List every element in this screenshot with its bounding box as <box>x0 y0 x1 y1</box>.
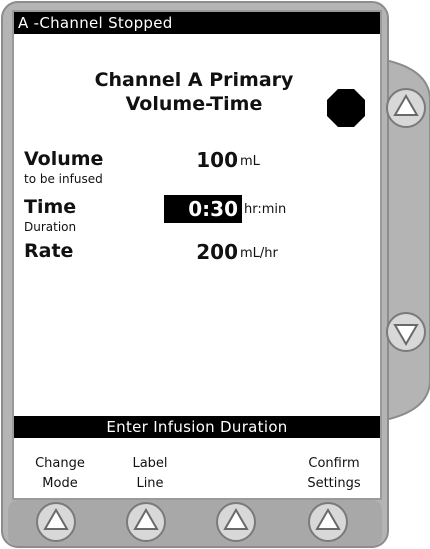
softkey-label-confirm-settings: Confirm Settings <box>294 454 374 494</box>
scroll-up-button[interactable] <box>384 86 428 130</box>
softkey-2-line-1: Label <box>132 456 168 471</box>
volume-label: Volume <box>24 148 104 170</box>
softkey-button-confirm-settings[interactable] <box>306 500 350 544</box>
time-unit: hr:min <box>244 202 287 217</box>
title-line-2: Volume-Time <box>125 93 263 115</box>
time-value-field[interactable]: 0:30 <box>164 195 242 223</box>
softkey-label-label-line: Label Line <box>110 454 190 494</box>
softkey-4-line-2: Settings <box>307 476 361 491</box>
softkey-1-line-1: Change <box>35 456 85 471</box>
stop-octagon-icon <box>327 89 365 127</box>
time-sublabel: Duration <box>24 220 77 234</box>
display-screen: A -Channel Stopped Channel A Primary Vol… <box>12 10 382 500</box>
status-bar: A -Channel Stopped <box>14 12 380 34</box>
softkey-button-change-mode[interactable] <box>34 500 78 544</box>
softkey-button-3[interactable] <box>214 500 258 544</box>
volume-unit: mL <box>240 154 260 169</box>
title-line-1: Channel A Primary <box>94 69 294 91</box>
softkey-2-line-2: Line <box>136 476 164 491</box>
softkey-label-change-mode: Change Mode <box>20 454 100 494</box>
scroll-down-button[interactable] <box>384 310 428 354</box>
softkey-4-line-1: Confirm <box>308 456 360 471</box>
rate-value[interactable]: 200 <box>174 240 238 264</box>
volume-sublabel: to be infused <box>24 172 103 186</box>
softkey-button-label-line[interactable] <box>124 500 168 544</box>
page-title: Channel A Primary Volume-Time <box>14 68 374 116</box>
volume-value[interactable]: 100 <box>174 148 238 172</box>
prompt-bar: Enter Infusion Duration <box>14 416 380 438</box>
rate-label: Rate <box>24 240 74 262</box>
rate-unit: mL/hr <box>240 246 278 261</box>
softkey-1-line-2: Mode <box>42 476 78 491</box>
time-label: Time <box>24 196 77 218</box>
